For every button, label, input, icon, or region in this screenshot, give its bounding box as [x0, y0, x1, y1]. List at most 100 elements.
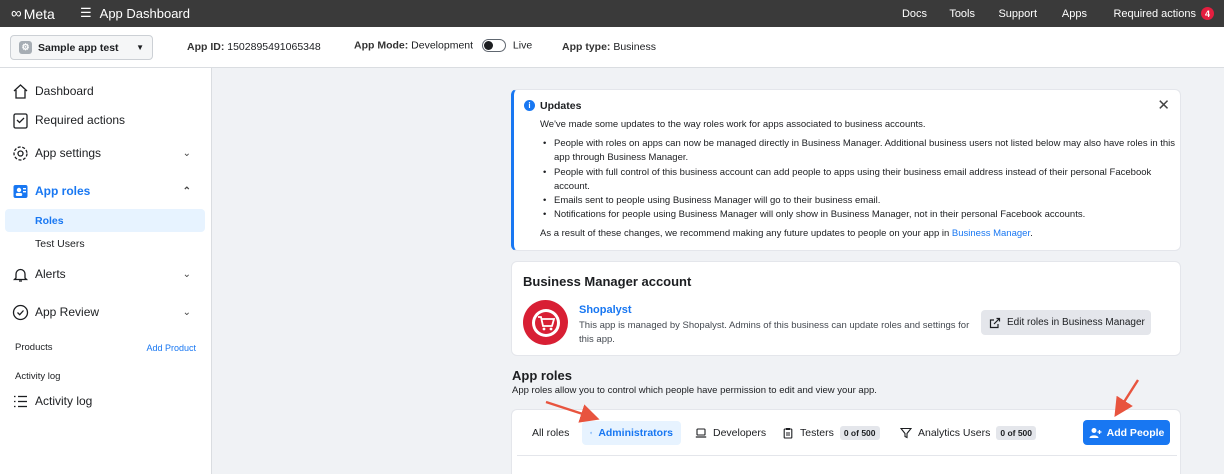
products-section-label: Products: [15, 342, 53, 353]
nav-required-actions[interactable]: Required actions 4: [1113, 7, 1214, 20]
edit-roles-button[interactable]: Edit roles in Business Manager: [981, 310, 1151, 335]
sidebar-item-label: Required actions: [35, 113, 126, 127]
analytics-count-badge: 0 of 500: [996, 426, 1037, 440]
shopalyst-logo: [523, 300, 568, 345]
meta-logo[interactable]: ∞ Meta: [11, 5, 55, 22]
sidebar-item-app-review[interactable]: App Review ⌄: [11, 303, 205, 321]
sidebar-item-label: Activity log: [35, 394, 93, 408]
sidebar-sub-test-users[interactable]: Test Users: [5, 232, 205, 255]
nav-docs[interactable]: Docs: [902, 8, 927, 20]
activity-section-label: Activity log: [15, 371, 61, 382]
roles-icon: [11, 182, 29, 200]
app-bar: ⚙ Sample app test ▼ App ID: 150289549106…: [0, 27, 1224, 68]
sidebar-item-label: App roles: [35, 184, 91, 198]
sidebar-item-required-actions[interactable]: Required actions: [11, 111, 205, 129]
nav-support[interactable]: Support: [998, 8, 1037, 20]
brand-name: Meta: [23, 5, 55, 22]
edit-roles-label: Edit roles in Business Manager: [1007, 317, 1145, 328]
dashboard-menu[interactable]: ☰ App Dashboard: [80, 5, 190, 21]
add-user-icon: [1089, 427, 1102, 438]
testers-count-badge: 0 of 500: [839, 426, 880, 440]
updates-title: Updates: [540, 100, 582, 112]
add-product-link[interactable]: Add Product: [146, 343, 196, 353]
sidebar: Dashboard Required actions App settings …: [0, 68, 212, 474]
updates-list: People with roles on apps can now be man…: [540, 137, 1180, 223]
app-mode-label: App Mode:: [354, 39, 409, 52]
business-manager-link[interactable]: Business Manager: [952, 228, 1030, 239]
list-item: People with roles on apps can now be man…: [540, 137, 1180, 166]
tab-developers[interactable]: Developers: [687, 421, 774, 445]
app-type: App type: Business: [562, 41, 656, 53]
tab-all-roles[interactable]: All roles: [524, 421, 577, 445]
updates-outro-text: As a result of these changes, we recomme…: [540, 228, 950, 239]
filter-icon: [900, 427, 912, 439]
sidebar-sub-roles[interactable]: Roles: [5, 209, 205, 232]
top-bar: ∞ Meta ☰ App Dashboard Docs Tools Suppor…: [0, 0, 1224, 27]
tab-label: All roles: [532, 427, 570, 439]
app-mode-toggle[interactable]: [481, 39, 506, 52]
nav-required-actions-label: Required actions: [1113, 7, 1196, 20]
sidebar-item-activity-log[interactable]: Activity log: [11, 392, 205, 410]
business-manager-heading: Business Manager account: [523, 274, 692, 289]
sidebar-item-app-roles[interactable]: App roles ⌃: [11, 182, 205, 200]
updates-banner: i Updates ✕ We've made some updates to t…: [511, 89, 1181, 251]
hamburger-icon[interactable]: ☰: [80, 5, 92, 21]
checklist-icon: [11, 111, 29, 129]
clipboard-icon: [783, 428, 793, 439]
tab-label: Administrators: [598, 427, 673, 439]
app-mode: App Mode: Development Live: [354, 39, 532, 52]
sidebar-item-dashboard[interactable]: Dashboard: [11, 82, 205, 100]
nav-apps[interactable]: Apps: [1062, 8, 1087, 20]
tab-label: Testers: [800, 427, 834, 439]
business-manager-card: Business Manager account Shopalyst This …: [511, 261, 1181, 356]
live-label: Live: [512, 39, 533, 52]
add-people-button[interactable]: Add People: [1083, 420, 1170, 445]
chevron-down-icon: ⌄: [182, 147, 191, 159]
tab-administrators[interactable]: Administrators: [582, 421, 681, 445]
gear-icon: [11, 144, 29, 162]
close-icon[interactable]: ✕: [1157, 96, 1170, 114]
app-id-value: 1502895491065348: [227, 41, 321, 53]
list-item: People with full control of this busines…: [540, 166, 1180, 195]
info-icon: i: [524, 100, 535, 111]
caret-down-icon: ▼: [136, 43, 144, 52]
required-count-badge: 4: [1201, 7, 1214, 20]
list-item: Notifications for people using Business …: [540, 208, 1180, 223]
tab-label: Developers: [713, 427, 767, 439]
tab-label: Analytics Users: [918, 427, 991, 439]
bell-icon: [11, 265, 29, 283]
chevron-down-icon: ⌄: [182, 268, 191, 280]
app-selector[interactable]: ⚙ Sample app test ▼: [10, 35, 153, 60]
app-roles-heading: App roles: [512, 368, 572, 383]
updates-outro: As a result of these changes, we recomme…: [540, 228, 1033, 239]
app-type-label: App type:: [562, 41, 611, 53]
updates-intro: We've made some updates to the way roles…: [540, 119, 926, 130]
laptop-icon: [695, 428, 707, 438]
tab-analytics-users[interactable]: Analytics Users 0 of 500: [892, 421, 1044, 445]
divider: [517, 455, 1177, 456]
app-icon: ⚙: [19, 41, 32, 54]
edit-external-icon: [989, 317, 1001, 328]
sidebar-item-label: Alerts: [35, 267, 66, 281]
infinity-icon: ∞: [11, 5, 22, 22]
updates-outro-end: .: [1030, 228, 1033, 239]
chevron-down-icon: ⌄: [182, 306, 191, 318]
app-dashboard-title: App Dashboard: [99, 5, 190, 21]
app-id: App ID: 1502895491065348: [187, 41, 321, 53]
app-type-value: Business: [613, 41, 656, 53]
nav-tools[interactable]: Tools: [949, 8, 975, 20]
app-mode-value: Development: [411, 39, 474, 52]
sidebar-item-app-settings[interactable]: App settings ⌄: [11, 144, 205, 162]
add-people-label: Add People: [1106, 426, 1165, 439]
business-name-link[interactable]: Shopalyst: [579, 304, 632, 316]
list-icon: [11, 392, 29, 410]
sidebar-item-label: Dashboard: [35, 84, 94, 98]
list-item: Emails sent to people using Business Man…: [540, 194, 1180, 209]
app-roles-description: App roles allow you to control which peo…: [512, 385, 877, 396]
roles-tabs-card: All roles Administrators Developers Test…: [511, 409, 1181, 474]
sidebar-item-label: App settings: [35, 146, 102, 160]
tab-testers[interactable]: Testers 0 of 500: [774, 421, 888, 445]
sidebar-item-alerts[interactable]: Alerts ⌄: [11, 265, 205, 283]
business-description: This app is managed by Shopalyst. Admins…: [579, 320, 970, 345]
sidebar-item-label: App Review: [35, 305, 100, 319]
